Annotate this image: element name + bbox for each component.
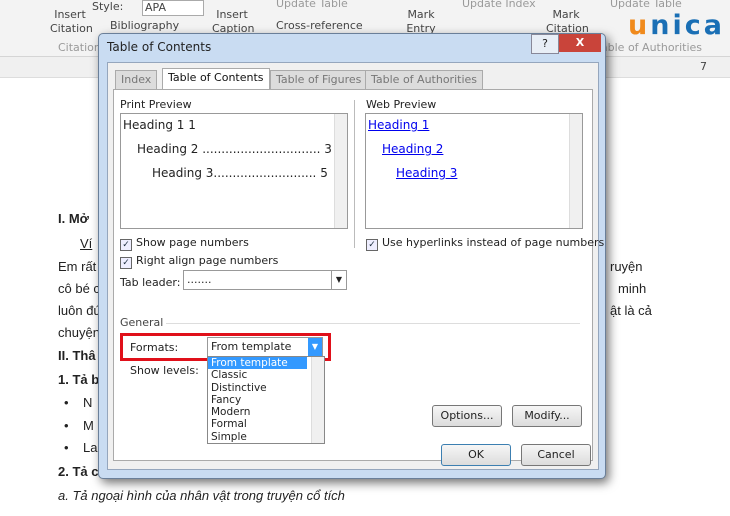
doc-line: luôn đú [58, 303, 101, 318]
formats-label: Formats: [130, 341, 179, 354]
print-preview-box: Heading 1 1 Heading 2 ..................… [120, 113, 348, 229]
format-option[interactable]: From template [208, 357, 307, 370]
preview-heading-3: Heading 3........................... 5 [152, 166, 328, 180]
web-heading-1[interactable]: Heading 1 [368, 118, 429, 132]
insert-caption-button[interactable]: Insert Caption [212, 8, 254, 36]
tab-leader-label: Tab leader: [120, 276, 181, 289]
format-option[interactable]: Fancy [208, 394, 324, 406]
ruler-number: 7 [700, 60, 707, 73]
unica-logo: unica [628, 10, 725, 41]
insert-citation-button[interactable]: Insert Citation [50, 8, 93, 36]
doc-line: I. Mở [58, 211, 89, 226]
format-option[interactable]: Simple [208, 431, 324, 443]
formats-dropdown-list: From template Classic Distinctive Fancy … [207, 356, 325, 444]
show-page-numbers-checkbox[interactable]: ✓ Show page numbers [120, 236, 249, 251]
style-label: Style: [92, 0, 124, 13]
format-option[interactable]: Classic [208, 369, 324, 381]
tab-table-of-contents[interactable]: Table of Contents [162, 68, 270, 90]
doc-line: minh [618, 281, 647, 296]
help-button[interactable]: ? [531, 34, 559, 54]
doc-line: chuyện [58, 325, 100, 340]
preview-heading-1: Heading 1 1 [123, 118, 196, 132]
doc-line: II. Thâ [58, 348, 96, 363]
doc-line: ật là cả [610, 303, 652, 318]
use-hyperlinks-checkbox[interactable]: ✓ Use hyperlinks instead of page numbers [366, 236, 604, 251]
dialog-title: Table of Contents [107, 40, 212, 54]
options-button[interactable]: Options... [432, 405, 502, 427]
cross-reference-button[interactable]: Cross-reference [276, 19, 363, 33]
format-option[interactable]: Formal [208, 418, 324, 430]
doc-line: Em rất [58, 259, 97, 274]
bibliography-button[interactable]: Bibliography [110, 19, 179, 33]
check-icon: ✓ [120, 257, 132, 269]
general-label: General [120, 316, 164, 329]
web-preview-scrollbar[interactable] [569, 114, 582, 228]
update-table-button[interactable]: Update Table [276, 0, 348, 11]
web-heading-2[interactable]: Heading 2 [382, 142, 443, 156]
preview-heading-2: Heading 2 ..............................… [137, 142, 332, 156]
tab-table-of-figures[interactable]: Table of Figures [270, 70, 368, 90]
ok-button[interactable]: OK [441, 444, 511, 466]
cancel-button[interactable]: Cancel [521, 444, 591, 466]
format-option[interactable]: Modern [208, 406, 324, 418]
chevron-down-icon: ▼ [308, 338, 322, 356]
doc-line: 2. Tả c [58, 464, 99, 479]
doc-line: Ví [80, 236, 93, 251]
divider [166, 323, 580, 324]
tab-leader-select[interactable]: ....... ▼ [183, 270, 347, 290]
mark-citation-button[interactable]: Mark Citation [546, 8, 589, 36]
tab-table-of-authorities[interactable]: Table of Authorities [365, 70, 483, 90]
close-button[interactable]: X [559, 34, 601, 52]
doc-line: • N [64, 395, 93, 410]
toc-panel: Print Preview Heading 1 1 Heading 2 ....… [113, 89, 604, 461]
doc-line: 1. Tả b [58, 372, 100, 387]
format-option[interactable]: Distinctive [208, 382, 324, 394]
style-select[interactable]: APA [142, 0, 204, 16]
doc-line: • M [64, 418, 94, 433]
formats-select[interactable]: From template ▼ [207, 337, 323, 357]
update-index-button[interactable]: Update Index [462, 0, 536, 11]
divider [354, 100, 355, 248]
print-preview-label: Print Preview [120, 98, 192, 111]
doc-line: cô bé c [58, 281, 100, 296]
web-heading-3[interactable]: Heading 3 [396, 166, 457, 180]
doc-line: • La [64, 440, 98, 455]
dropdown-scrollbar[interactable] [311, 357, 324, 443]
print-preview-scrollbar[interactable] [334, 114, 347, 228]
toc-dialog: Table of Contents ? X Index Table of Con… [98, 33, 606, 479]
mark-entry-button[interactable]: Mark Entry [404, 8, 438, 36]
chevron-down-icon: ▼ [331, 271, 346, 289]
group-table-of-authorities: Table of Authorities [596, 41, 702, 54]
web-preview-box: Heading 1 Heading 2 Heading 3 [365, 113, 583, 229]
doc-line: ruyện [610, 259, 643, 274]
web-preview-label: Web Preview [366, 98, 437, 111]
right-align-checkbox[interactable]: ✓ Right align page numbers [120, 254, 278, 269]
tab-index[interactable]: Index [115, 70, 158, 90]
doc-line: a. Tả ngoại hình của nhân vật trong truy… [58, 488, 345, 503]
show-levels-label: Show levels: [130, 364, 199, 377]
modify-button[interactable]: Modify... [512, 405, 582, 427]
check-icon: ✓ [366, 239, 378, 251]
check-icon: ✓ [120, 239, 132, 251]
